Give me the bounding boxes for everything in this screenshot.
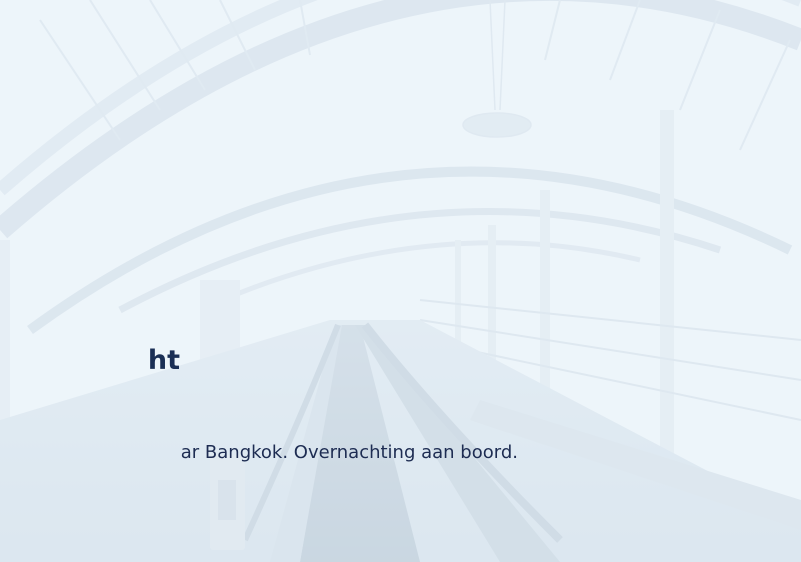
background-overlay <box>0 0 801 562</box>
hero-section: ht ar Bangkok. Overnachting aan boord. <box>0 0 801 562</box>
hero-description: ar Bangkok. Overnachting aan boord. <box>180 442 518 463</box>
hero-title: ht <box>147 345 180 376</box>
